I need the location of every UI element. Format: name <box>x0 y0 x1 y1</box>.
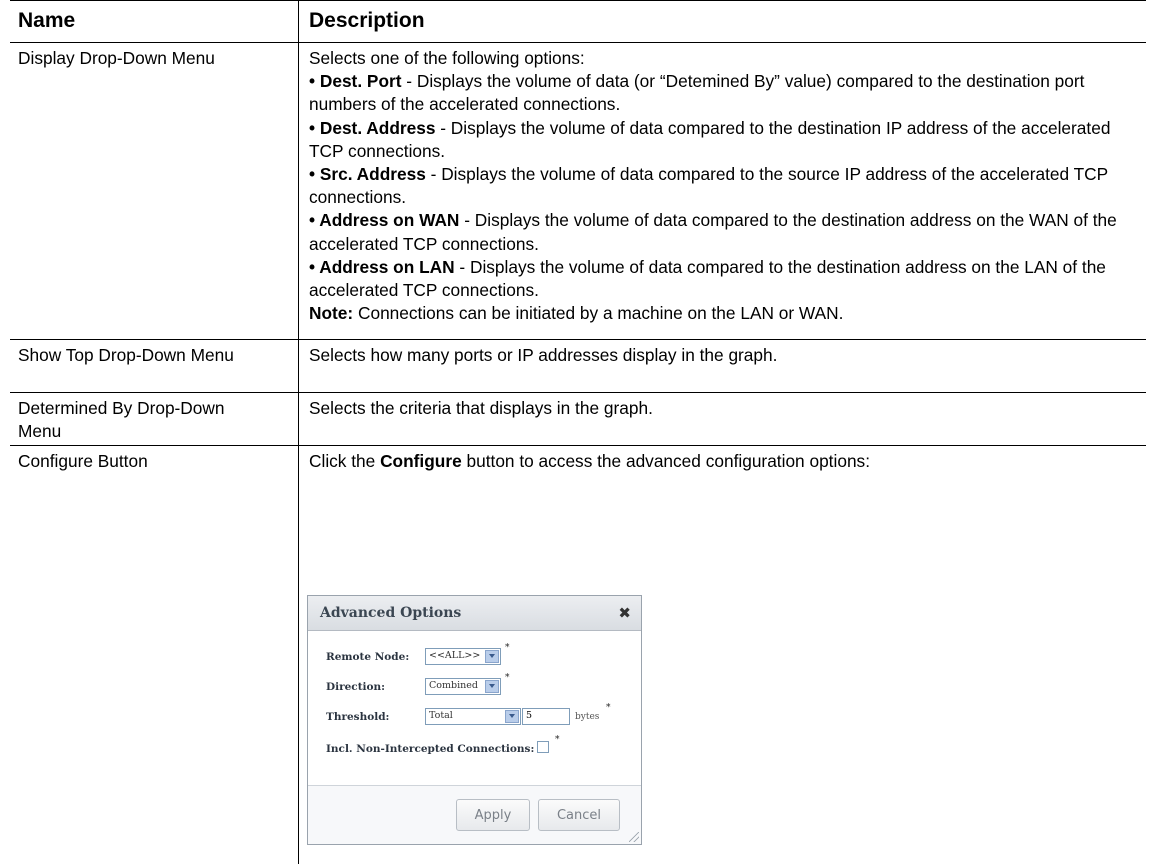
row-description: Selects one of the following options: • … <box>298 43 1146 339</box>
direction-value: Combined <box>429 680 478 691</box>
row-name: Configure Button <box>18 451 148 471</box>
option-item: • Address on WAN - Displays the volume o… <box>309 209 1138 255</box>
threshold-label: Threshold: <box>326 711 390 723</box>
option-term: Address on WAN <box>319 210 460 231</box>
resize-grip-icon[interactable] <box>629 832 639 842</box>
option-term: Dest. Port <box>319 71 402 92</box>
option-text: - Displays the volume of data compared t… <box>309 164 1108 208</box>
close-icon[interactable]: ✖ <box>618 604 631 622</box>
direction-label: Direction: <box>326 681 386 693</box>
column-header-name: Name <box>18 9 76 32</box>
option-term: Dest. Address <box>319 117 436 138</box>
dialog-title: Advanced Options <box>320 605 462 621</box>
required-marker: * <box>555 735 560 745</box>
table-header-row: Name Description <box>10 0 1146 43</box>
remote-node-value: <<ALL>> <box>429 650 481 661</box>
dialog-titlebar: Advanced Options ✖ <box>308 596 641 631</box>
dialog-footer: Apply Cancel <box>308 785 641 844</box>
description-intro: Selects one of the following options: <box>309 48 585 68</box>
direction-select[interactable]: Combined <box>425 678 501 695</box>
remote-node-label: Remote Node: <box>326 651 410 663</box>
threshold-amount-input[interactable]: 5 <box>522 708 570 725</box>
row-description: Selects how many ports or IP addresses d… <box>298 340 1146 392</box>
note: Note: Connections can be initiated by a … <box>309 302 1138 325</box>
required-marker: * <box>606 703 611 713</box>
chevron-down-icon <box>485 680 499 693</box>
row-name: Determined By Drop-Down Menu <box>18 398 225 442</box>
row-name: Display Drop-Down Menu <box>18 48 215 68</box>
note-text: Connections can be initiated by a machin… <box>353 303 844 324</box>
table-row: Show Top Drop-Down Menu Selects how many… <box>10 340 1146 393</box>
bullet-icon: • <box>309 71 320 92</box>
option-item: • Dest. Port - Displays the volume of da… <box>309 70 1138 116</box>
apply-button[interactable]: Apply <box>456 799 530 831</box>
threshold-select[interactable]: Total <box>425 708 521 725</box>
option-item: • Src. Address - Displays the volume of … <box>309 163 1138 209</box>
desc-bold: Configure <box>380 451 462 471</box>
incl-non-intercepted-checkbox[interactable] <box>537 741 549 753</box>
bullet-icon: • <box>309 210 320 231</box>
bullet-icon: • <box>309 256 320 277</box>
required-marker: * <box>505 673 510 683</box>
note-label: Note: <box>309 303 354 324</box>
remote-node-select[interactable]: <<ALL>> <box>425 648 501 665</box>
bullet-icon: • <box>309 164 320 185</box>
advanced-options-dialog: Advanced Options ✖ Remote Node: <<ALL>> … <box>307 595 642 845</box>
bullet-icon: • <box>309 117 320 138</box>
desc-pre: Click the <box>309 451 381 471</box>
option-item: • Address on LAN - Displays the volume o… <box>309 256 1138 302</box>
row-description: Selects the criteria that displays in th… <box>298 393 1146 445</box>
required-marker: * <box>505 643 510 653</box>
option-term: Src. Address <box>319 164 426 185</box>
chevron-down-icon <box>505 710 519 723</box>
table-row: Determined By Drop-Down Menu Selects the… <box>10 393 1146 446</box>
table-row: Display Drop-Down Menu Selects one of th… <box>10 43 1146 340</box>
chevron-down-icon <box>485 650 499 663</box>
column-header-description: Description <box>298 1 1146 42</box>
incl-non-intercepted-label: Incl. Non-Intercepted Connections: <box>326 743 535 755</box>
threshold-value: Total <box>429 710 453 721</box>
cancel-button[interactable]: Cancel <box>538 799 620 831</box>
option-text: - Displays the volume of data (or “Detem… <box>309 71 1085 115</box>
row-name: Show Top Drop-Down Menu <box>18 345 234 365</box>
option-term: Address on LAN <box>319 256 455 277</box>
desc-post: button to access the advanced configurat… <box>461 451 870 471</box>
option-item: • Dest. Address - Displays the volume of… <box>309 117 1138 163</box>
threshold-unit: bytes <box>575 712 600 722</box>
